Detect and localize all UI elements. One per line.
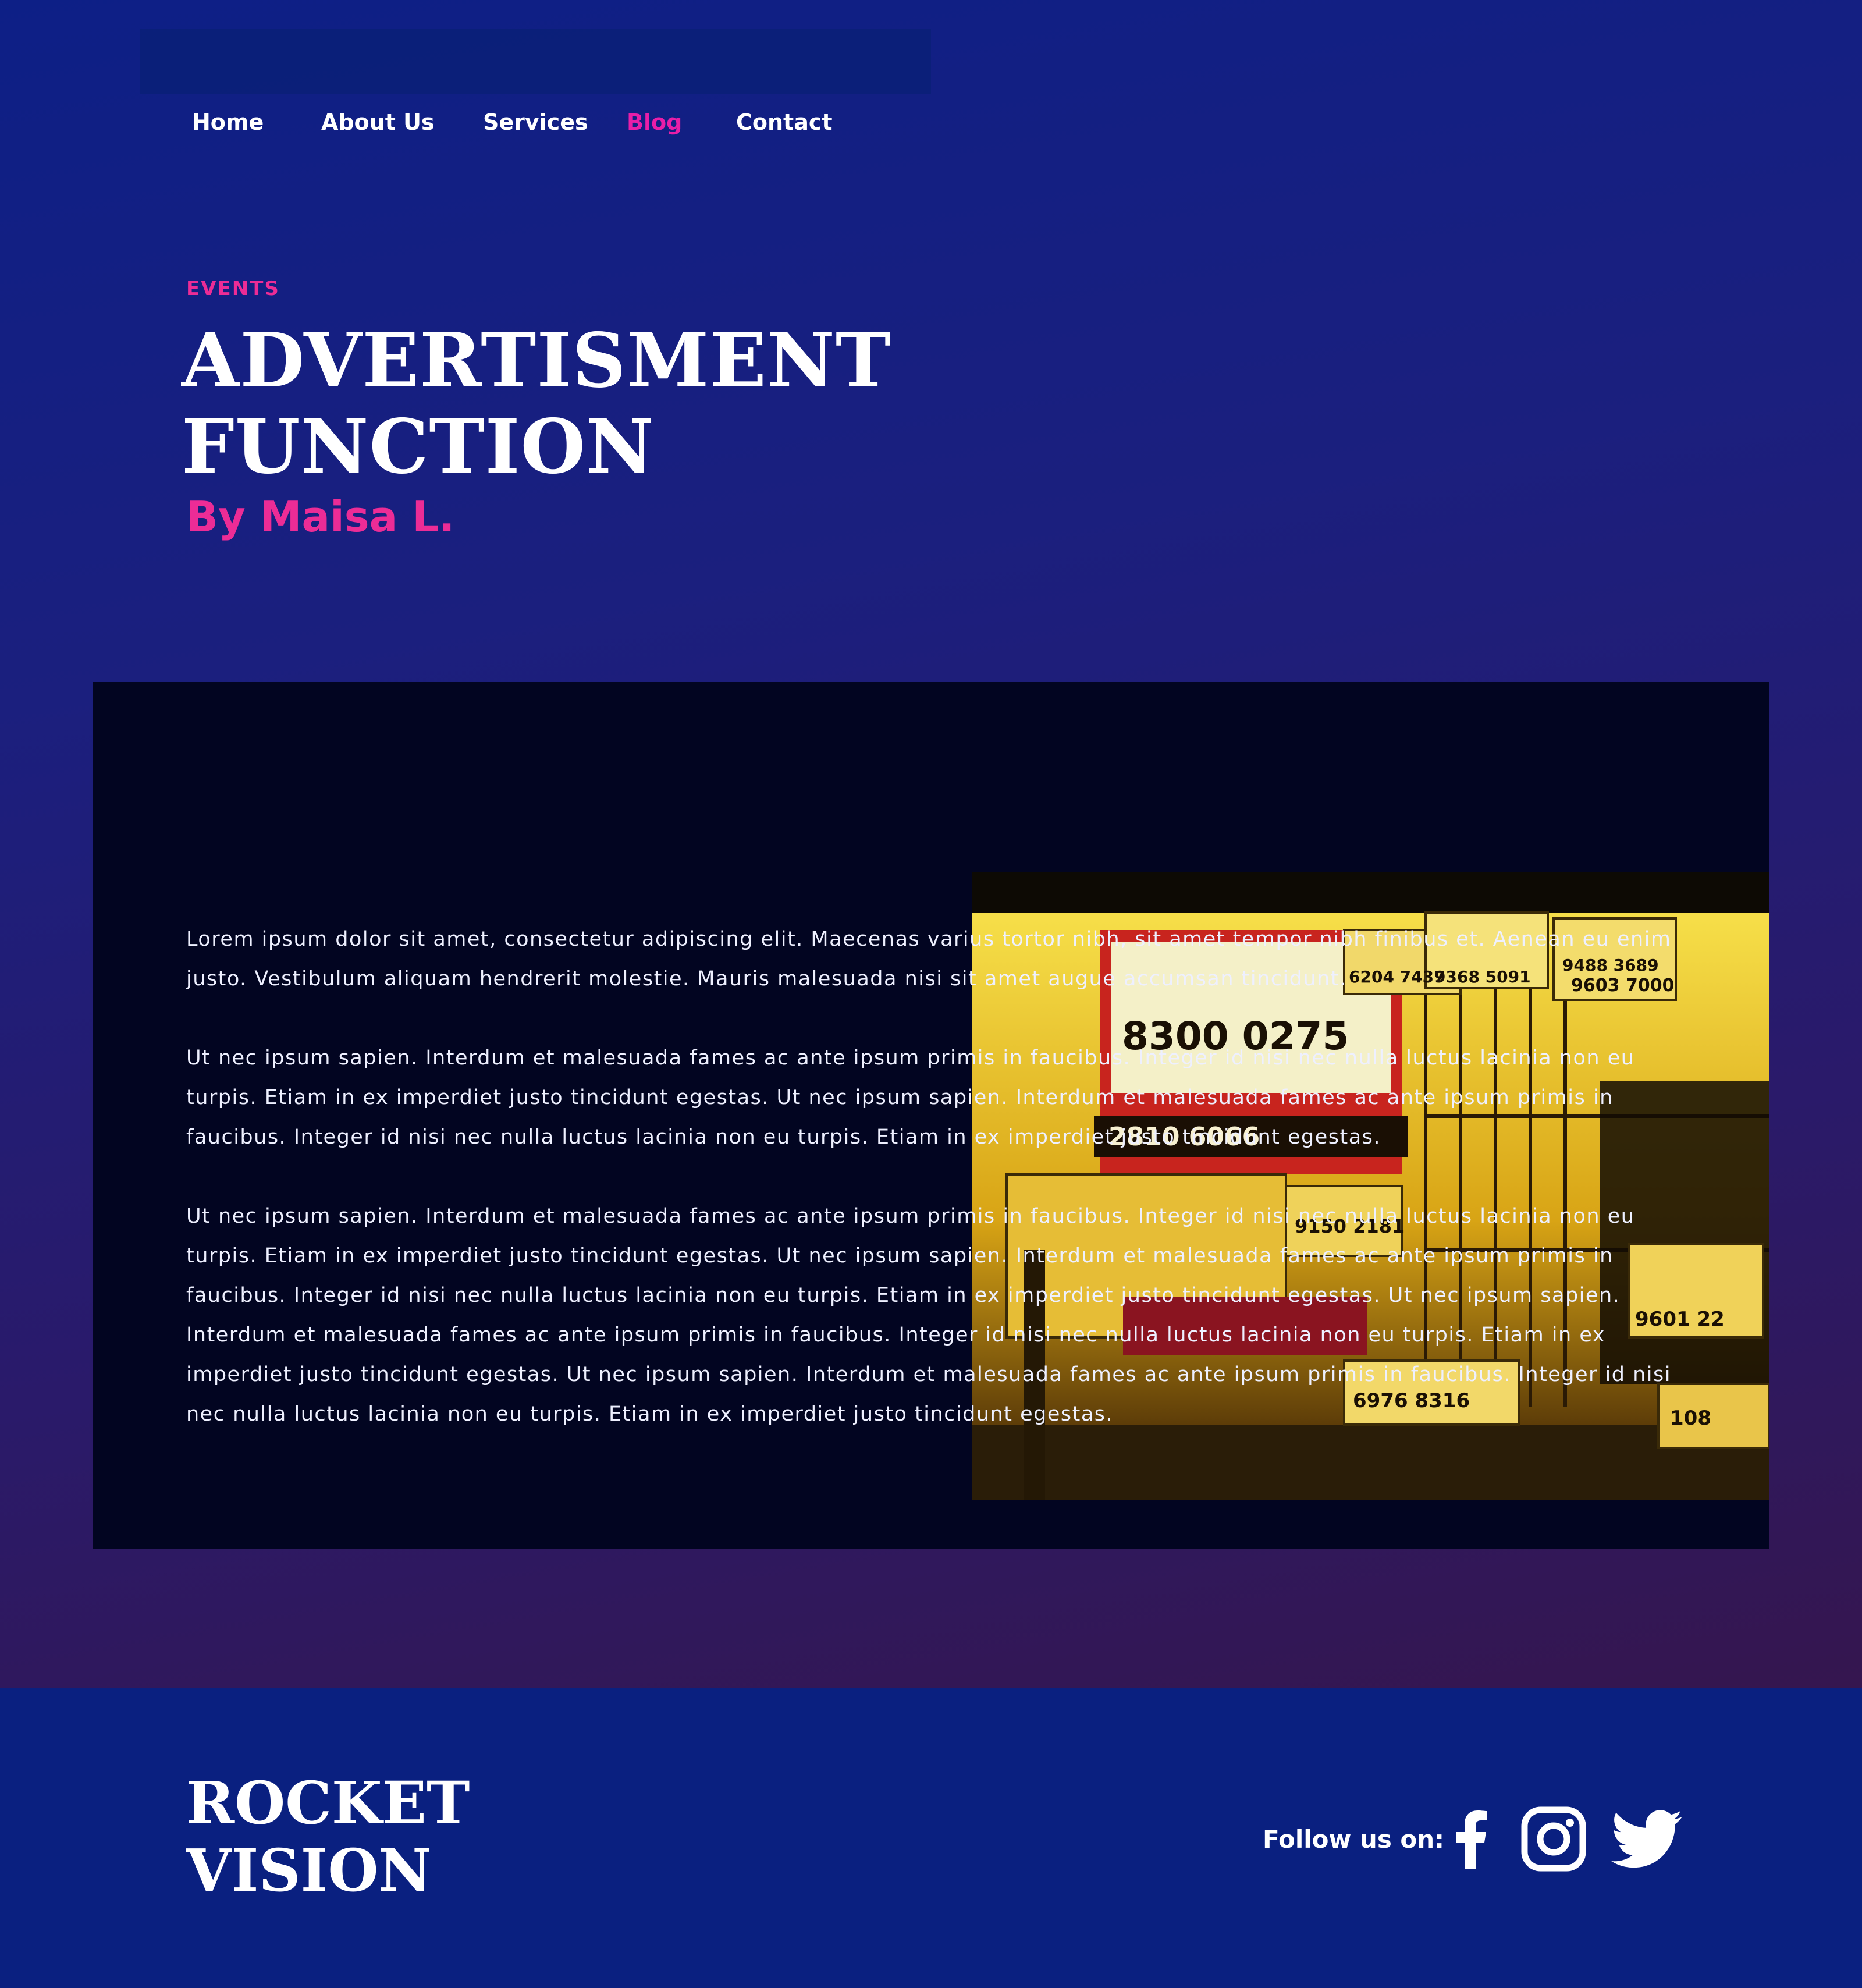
site-footer: ROCKET VISION Follow us on: [0,1688,1862,1988]
page-title: ADVERTISMENT FUNCTION [182,317,892,491]
article-paragraph: Ut nec ipsum sapien. Interdum et malesua… [186,1046,1635,1149]
article-paragraph: Lorem ipsum dolor sit amet, consectetur … [186,928,1672,991]
hero-header: EVENTS ADVERTISMENT FUNCTION By Maisa L. [182,277,891,541]
footer-brand-logo: ROCKET VISION [186,1769,470,1905]
instagram-icon[interactable] [1519,1804,1589,1874]
twitter-icon[interactable] [1609,1804,1685,1874]
nav-home-link[interactable]: Home [192,109,264,135]
follow-us-label: Follow us on: [1263,1825,1444,1854]
nav-contact-link[interactable]: Contact [736,109,833,135]
nav-about-us-link[interactable]: About Us [321,109,435,135]
nav-services-link[interactable]: Services [483,109,588,135]
article-body: Lorem ipsum dolor sit amet, consectetur … [186,920,1687,1474]
article-paragraph: Ut nec ipsum sapien. Interdum et malesua… [186,1205,1671,1426]
facebook-icon[interactable] [1437,1804,1507,1874]
nav-background-strip [140,29,931,94]
category-label: EVENTS [186,277,280,300]
nav-blog-link[interactable]: Blog [627,109,682,135]
author-byline: By Maisa L. [186,492,455,541]
